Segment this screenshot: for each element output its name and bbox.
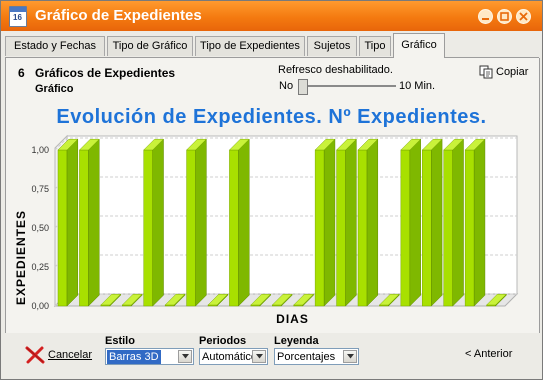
estilo-value: Barras 3D bbox=[107, 350, 161, 364]
chart-bar-side bbox=[195, 138, 207, 307]
periodos-value: Automático bbox=[202, 351, 252, 363]
chart-bar bbox=[422, 149, 432, 307]
chart-bar bbox=[186, 149, 196, 307]
leyenda-label: Leyenda bbox=[274, 335, 319, 347]
chart-bar-side bbox=[366, 138, 379, 307]
cancel-x-icon bbox=[25, 346, 45, 364]
periodos-label: Periodos bbox=[199, 335, 247, 347]
chart-bar bbox=[464, 149, 475, 307]
cancel-label: Cancelar bbox=[48, 349, 93, 361]
chart-bar-side bbox=[238, 138, 250, 307]
chart-bar-side bbox=[66, 138, 79, 307]
leyenda-select[interactable]: Porcentajes bbox=[274, 348, 359, 365]
periodos-select[interactable]: Automático bbox=[199, 348, 268, 365]
chart-bar-side bbox=[409, 138, 421, 307]
chart-y-tick-label: 0,75 bbox=[31, 184, 49, 194]
chart-bar bbox=[57, 149, 68, 307]
chart-bar bbox=[314, 149, 325, 307]
chart-bar bbox=[336, 149, 346, 307]
chart-bar-side bbox=[452, 138, 464, 307]
chart-bar-side bbox=[323, 138, 336, 307]
chart-bar bbox=[79, 149, 89, 307]
back-button[interactable]: < Anterior bbox=[465, 348, 512, 360]
chevron-down-icon[interactable] bbox=[178, 350, 192, 363]
leyenda-value: Porcentajes bbox=[277, 351, 336, 363]
chart-bar-side bbox=[88, 138, 100, 307]
chart-bar bbox=[229, 149, 239, 307]
chart-bar-side bbox=[473, 138, 486, 307]
chart-y-tick-label: 0,00 bbox=[31, 301, 49, 311]
chart-bar bbox=[400, 149, 411, 307]
chart-bar-side bbox=[152, 138, 164, 307]
estilo-select[interactable]: Barras 3D bbox=[105, 348, 194, 365]
cancel-button[interactable]: Cancelar bbox=[24, 345, 92, 365]
chart-y-tick-label: 0,50 bbox=[31, 223, 49, 233]
chart-y-tick-label: 0,25 bbox=[31, 262, 49, 272]
chart-bar bbox=[143, 149, 153, 307]
chart-y-tick-label: 1,00 bbox=[31, 145, 49, 155]
chart-bar-side bbox=[345, 138, 357, 307]
chart-bar bbox=[357, 149, 368, 307]
bar-chart: 0,00 0,25 0,50 0,75 1,00 bbox=[31, 134, 519, 311]
chevron-down-icon[interactable] bbox=[343, 350, 357, 363]
chevron-down-icon[interactable] bbox=[252, 350, 266, 363]
chart-bar-side bbox=[431, 138, 443, 307]
estilo-label: Estilo bbox=[105, 335, 135, 347]
chart-bar bbox=[443, 149, 453, 307]
